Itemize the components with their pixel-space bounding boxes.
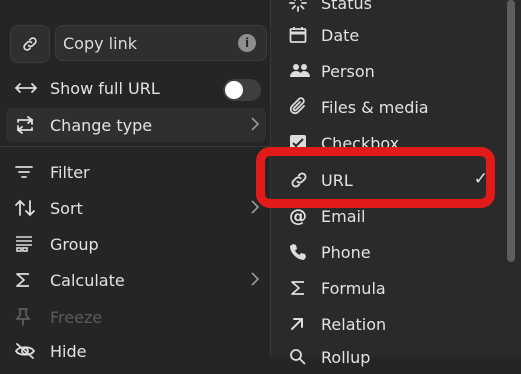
change-type-row[interactable]: Change type	[6, 108, 266, 142]
freeze-label: Freeze	[50, 307, 103, 327]
people-icon	[289, 63, 317, 79]
type-label: Person	[321, 61, 375, 81]
filter-row[interactable]: Filter	[6, 155, 266, 189]
show-full-url-label: Show full URL	[50, 78, 160, 98]
type-item-status[interactable]: Status	[271, 0, 516, 20]
info-icon[interactable]: i	[238, 34, 256, 52]
toggle-knob	[225, 81, 243, 99]
submenu-scrollbar[interactable]	[507, 0, 515, 262]
at-icon: @	[289, 205, 307, 227]
copy-link-label: Copy link	[63, 34, 137, 53]
search-icon	[289, 348, 317, 366]
type-item-person[interactable]: Person	[271, 54, 516, 88]
type-label: Date	[321, 25, 360, 45]
copy-link-row: Copy link i	[10, 25, 268, 63]
sort-row[interactable]: Sort	[6, 191, 266, 225]
url-highlight-annotation	[256, 147, 495, 208]
sort-label: Sort	[50, 198, 83, 218]
status-icon	[289, 0, 317, 12]
calculate-row[interactable]: Calculate	[6, 263, 266, 297]
show-full-url-row[interactable]: Show full URL	[6, 71, 266, 105]
eye-off-icon	[14, 342, 46, 360]
arrows-horizontal-icon	[14, 80, 46, 96]
change-type-label: Change type	[50, 115, 153, 135]
link-icon	[23, 37, 37, 51]
arrow-up-right-icon	[289, 316, 317, 332]
property-menu: Copy link i Show full URL Change type Fi…	[0, 0, 270, 361]
chevron-right-icon	[251, 117, 260, 131]
copy-link-field[interactable]: Copy link i	[55, 25, 267, 61]
type-label: Phone	[321, 242, 371, 262]
group-label: Group	[50, 234, 99, 254]
group-icon	[14, 235, 46, 253]
show-full-url-toggle[interactable]	[223, 79, 261, 101]
calendar-icon	[289, 26, 317, 44]
type-label: Relation	[321, 314, 387, 334]
type-item-formula[interactable]: Formula	[271, 271, 516, 305]
group-row[interactable]: Group	[6, 227, 266, 261]
filter-icon	[14, 164, 46, 180]
calculate-label: Calculate	[50, 270, 125, 290]
type-item-date[interactable]: Date	[271, 18, 516, 52]
filter-label: Filter	[50, 162, 90, 182]
type-label: Files & media	[321, 97, 429, 117]
type-label: Rollup	[321, 347, 371, 367]
sort-icon	[14, 199, 46, 217]
type-item-files-media[interactable]: Files & media	[271, 90, 516, 124]
change-type-icon	[14, 116, 46, 134]
menu-divider	[0, 146, 270, 147]
type-label: Email	[321, 206, 366, 226]
phone-icon	[289, 243, 317, 261]
type-label: Formula	[321, 278, 386, 298]
hide-label: Hide	[50, 341, 87, 361]
type-label: Status	[321, 0, 372, 13]
link-button[interactable]	[10, 25, 50, 63]
chevron-right-icon	[251, 272, 260, 286]
freeze-row: Freeze	[6, 300, 266, 334]
hide-row[interactable]: Hide	[6, 334, 266, 368]
sigma-icon	[14, 271, 46, 289]
sigma-icon	[289, 279, 317, 297]
paperclip-icon	[289, 97, 317, 117]
pin-icon	[14, 307, 46, 327]
type-item-rollup[interactable]: Rollup	[271, 340, 516, 374]
type-item-phone[interactable]: Phone	[271, 235, 516, 269]
type-item-relation[interactable]: Relation	[271, 307, 516, 341]
